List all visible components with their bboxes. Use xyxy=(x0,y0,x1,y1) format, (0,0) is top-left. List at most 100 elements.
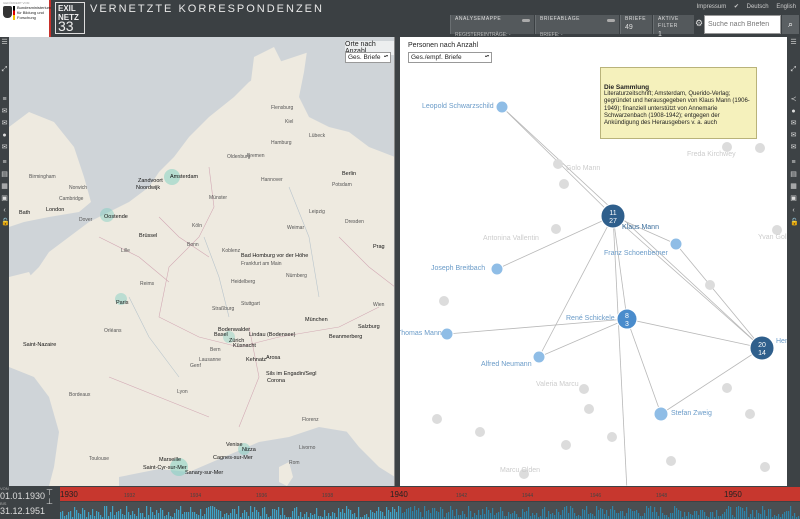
network-node-label[interactable]: Klaus Mann xyxy=(622,224,659,231)
map-place-label[interactable]: London xyxy=(46,207,64,213)
network-node-faint[interactable] xyxy=(559,179,569,189)
map-place-label[interactable]: Cagnes-sur-Mer xyxy=(213,455,253,461)
briefablage-box[interactable]: BRIEFABLAGE BRIEFE: - xyxy=(535,15,619,38)
mail-icon[interactable]: ✉ xyxy=(790,120,797,127)
network-node-neumann[interactable] xyxy=(532,350,546,364)
map-place-label[interactable]: Dresden xyxy=(345,219,364,225)
map-panel[interactable]: Kiel Flensburg Lübeck Hamburg Bremen Oldenbur… xyxy=(9,37,395,486)
network-node-faint[interactable] xyxy=(432,414,442,424)
map-place-label[interactable]: München xyxy=(305,317,328,323)
search-input[interactable] xyxy=(704,15,781,34)
chart-icon[interactable]: ▦ xyxy=(1,183,8,190)
map-place-label[interactable]: Oldenburg xyxy=(227,154,250,160)
map-place-label[interactable]: Toulouse xyxy=(89,456,109,462)
network-node-label[interactable]: Joseph Breitbach xyxy=(431,265,485,272)
mail-icon[interactable]: ✉ xyxy=(1,120,8,127)
map-place-label[interactable]: Koblenz xyxy=(222,248,240,254)
network-node-faint[interactable] xyxy=(745,409,755,419)
map-place-label[interactable]: Saint-Nazaire xyxy=(23,342,56,348)
map-place-label[interactable]: Paris xyxy=(116,300,129,306)
person-icon[interactable]: ● xyxy=(1,132,8,139)
map-place-label[interactable]: Reims xyxy=(140,281,154,287)
search-icon[interactable]: ⌕ xyxy=(782,15,799,34)
map-place-label[interactable]: Bad Homburg vor der Höhe xyxy=(241,253,308,259)
map-place-label[interactable]: Sanary-sur-Mer xyxy=(185,470,223,476)
map-place-label[interactable]: Venise xyxy=(226,442,243,448)
analysemappe-toggle[interactable] xyxy=(522,19,530,22)
map-place-label[interactable]: Bordeaux xyxy=(69,392,90,398)
map-place-label[interactable]: Kehnatz xyxy=(246,357,266,363)
chevron-left-icon[interactable]: ‹ xyxy=(790,207,797,214)
map-place-label[interactable]: Weimar xyxy=(287,225,304,231)
map-place-label[interactable]: Dover xyxy=(79,217,92,223)
lang-deutsch-link[interactable]: ✔ Deutsch xyxy=(734,4,769,10)
map-place-label[interactable]: Hamburg xyxy=(271,140,292,146)
timeline-histogram[interactable] xyxy=(60,502,800,519)
map-place-label[interactable]: Lille xyxy=(121,248,130,254)
exilnetz-logo[interactable]: EXIL NETZ 33 xyxy=(55,2,85,34)
lock-icon[interactable]: 🔓 xyxy=(1,219,10,226)
map-count-select[interactable]: Ges. Briefe xyxy=(345,52,391,63)
network-panel[interactable]: 1127201483 Ernst TollerGolo MannFreda Ki… xyxy=(400,37,787,486)
map-place-label[interactable]: Münster xyxy=(209,195,227,201)
map-place-label[interactable]: Hannover xyxy=(261,177,283,183)
network-node-schoenberner[interactable] xyxy=(669,237,683,251)
map-place-label[interactable]: Leipzig xyxy=(309,209,325,215)
map-place-label[interactable]: Küsnacht xyxy=(233,343,256,349)
map-place-label[interactable]: Oostende xyxy=(104,214,128,220)
menu-icon[interactable]: ☰ xyxy=(790,39,797,46)
map-place-label[interactable]: Lübeck xyxy=(309,133,325,139)
from-date[interactable]: 01.01.1930 xyxy=(0,491,45,501)
map-place-label[interactable]: Florenz xyxy=(302,417,319,423)
map-place-label[interactable]: Corona xyxy=(267,378,285,384)
map-place-label[interactable]: Bonn xyxy=(187,242,199,248)
map-place-label[interactable]: Arosa xyxy=(266,355,280,361)
timeline-range-bar[interactable]: 1930 1940 1950 1932 1934 1936 1938 1942 1944 1946… xyxy=(60,487,800,501)
network-node-label-faint[interactable]: Yvan Goll xyxy=(758,234,787,241)
analysemappe-box[interactable]: ANALYSEMAPPE REGISTEREINTRÄGE: - xyxy=(450,15,534,38)
network-node-label-faint[interactable]: Antonina Vallentin xyxy=(483,235,539,242)
map-place-label[interactable]: Potsdam xyxy=(332,182,352,188)
lang-english-link[interactable]: English xyxy=(776,4,796,10)
network-count-select[interactable]: Ges./empf. Briefe xyxy=(408,52,492,63)
network-node-faint[interactable] xyxy=(584,404,594,414)
network-node-faint[interactable] xyxy=(551,224,561,234)
impressum-link[interactable]: Impressum xyxy=(697,4,727,10)
network-node-faint[interactable] xyxy=(475,427,485,437)
mail-icon[interactable]: ✉ xyxy=(790,132,797,139)
network-node-label-faint[interactable]: Valeria Marcu xyxy=(536,381,579,388)
map-place-label[interactable]: Kiel xyxy=(285,119,293,125)
network-node-label[interactable]: Leopold Schwarzschild xyxy=(422,103,494,110)
chart-icon[interactable]: ▣ xyxy=(1,195,8,202)
list-icon[interactable]: ≡ xyxy=(1,96,8,103)
map-place-label[interactable]: Flensburg xyxy=(271,105,293,111)
map-place-label[interactable]: Orléans xyxy=(104,328,122,334)
network-node-faint[interactable] xyxy=(561,440,571,450)
network-node-faint[interactable] xyxy=(755,143,765,153)
network-node-faint[interactable] xyxy=(579,384,589,394)
network-node-zweig[interactable] xyxy=(653,406,669,422)
network-node-label[interactable]: Hem xyxy=(776,338,787,345)
map-place-label[interactable]: Bath xyxy=(19,210,30,216)
map-place-label[interactable]: Wien xyxy=(373,302,384,308)
map-place-label[interactable]: Straßburg xyxy=(212,306,234,312)
map-place-label[interactable]: Birmingham xyxy=(29,174,56,180)
network-node-label[interactable]: Thomas Mann xyxy=(400,330,442,337)
expand-icon[interactable]: ⤢ xyxy=(1,66,8,73)
map-place-label[interactable]: Nürnberg xyxy=(286,273,307,279)
map-place-label[interactable]: Noordwijk xyxy=(136,185,160,191)
mail-icon[interactable]: ✉ xyxy=(1,108,8,115)
chart-icon[interactable]: ▤ xyxy=(1,171,8,178)
chart-icon[interactable]: ▦ xyxy=(790,183,797,190)
map-place-label[interactable]: Bern xyxy=(210,347,221,353)
map-canvas[interactable] xyxy=(9,37,395,486)
map-place-label[interactable]: Köln xyxy=(192,223,202,229)
timeline-date-range[interactable]: VON 01.01.1930 BIS 31.12.1951 xyxy=(0,486,45,519)
menu-icon[interactable]: ☰ xyxy=(1,39,8,46)
network-node-faint[interactable] xyxy=(439,296,449,306)
network-node-label-faint[interactable]: Marcu Olden xyxy=(500,467,540,474)
map-place-label[interactable]: Frankfurt am Main xyxy=(241,261,282,267)
map-place-label[interactable]: Beanmerberg xyxy=(329,334,362,340)
map-place-label[interactable]: Livorno xyxy=(299,445,315,451)
gear-icon[interactable]: ⚙ xyxy=(695,19,703,28)
